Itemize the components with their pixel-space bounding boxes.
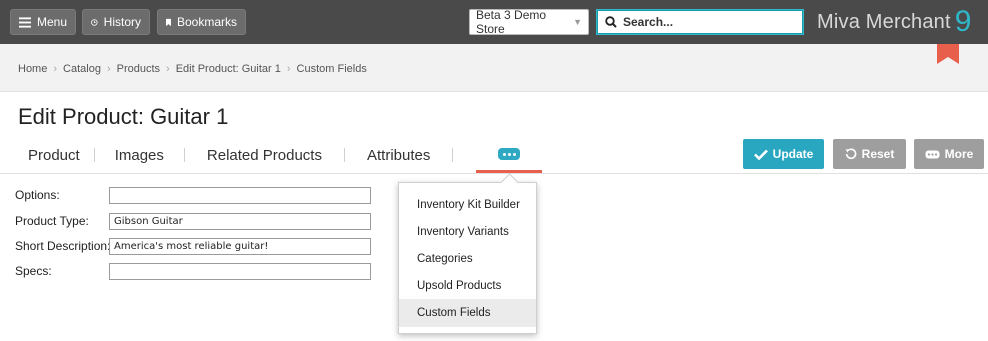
store-select[interactable]: Beta 3 Demo Store ▼: [469, 8, 589, 36]
chevron-right-icon: ›: [166, 63, 170, 75]
reset-icon: [845, 148, 857, 160]
breadcrumb-home[interactable]: Home: [18, 63, 47, 75]
tab-more[interactable]: [476, 140, 542, 176]
tab-product[interactable]: Product: [14, 147, 94, 164]
chevron-right-icon: ›: [286, 63, 291, 75]
clock-icon: [91, 18, 98, 26]
store-select-value: Beta 3 Demo Store: [476, 8, 547, 36]
top-bar: Menu History Bookmarks Beta 3 Demo Store…: [0, 0, 988, 44]
bookmark-icon: [166, 18, 171, 26]
menu-item-categories[interactable]: Categories: [399, 245, 536, 273]
options-field[interactable]: [109, 187, 371, 204]
brand-name: Miva Merchant: [817, 10, 951, 33]
menu-item-upsold-products[interactable]: Upsold Products: [399, 272, 536, 300]
breadcrumb-catalog[interactable]: Catalog: [63, 63, 101, 75]
product-type-label: Product Type:: [15, 214, 89, 228]
short-description-label: Short Description:: [15, 239, 111, 253]
bookmarks-button[interactable]: Bookmarks: [157, 9, 246, 35]
search-icon: [605, 16, 617, 28]
breadcrumb: Home › Catalog › Products › Edit Product…: [18, 63, 367, 75]
tab-divider: [452, 148, 454, 162]
short-description-field[interactable]: [109, 238, 371, 255]
ellipsis-icon: [498, 148, 520, 160]
tabs-divider: [0, 173, 988, 174]
tab-attributes[interactable]: Attributes: [345, 147, 452, 164]
brand-version: 9: [954, 5, 972, 38]
bookmarks-label: Bookmarks: [176, 15, 237, 29]
menu-button[interactable]: Menu: [10, 9, 76, 35]
chevron-right-icon: ›: [106, 63, 111, 75]
more-tabs-menu: Inventory Kit Builder Inventory Variants…: [398, 182, 537, 334]
checkmark-icon: [753, 149, 768, 160]
history-label: History: [103, 15, 141, 29]
specs-label: Specs:: [15, 264, 52, 278]
bookmark-flag-icon[interactable]: [937, 44, 959, 64]
reset-button[interactable]: Reset: [833, 139, 906, 169]
hamburger-icon: [19, 16, 31, 28]
options-label: Options:: [15, 188, 60, 202]
specs-field[interactable]: [109, 263, 371, 280]
menu-item-inventory-kit-builder[interactable]: Inventory Kit Builder: [399, 191, 536, 219]
page-title: Edit Product: Guitar 1: [18, 104, 229, 129]
chevron-down-icon: ▼: [573, 17, 582, 27]
menu-label: Menu: [36, 15, 67, 29]
breadcrumb-bar: Home › Catalog › Products › Edit Product…: [0, 44, 988, 92]
update-button[interactable]: Update: [743, 139, 824, 169]
tab-images[interactable]: Images: [95, 147, 184, 164]
history-button[interactable]: History: [82, 9, 150, 35]
tab-bar: Product Images Related Products Attribut…: [14, 140, 454, 170]
breadcrumb-custom-fields: Custom Fields: [296, 63, 367, 75]
brand-logo: Miva Merchant 9: [817, 7, 971, 37]
chevron-right-icon: ›: [53, 63, 58, 75]
ellipsis-icon: [925, 150, 940, 158]
more-label: More: [944, 147, 974, 161]
update-label: Update: [772, 147, 814, 161]
product-type-field[interactable]: [109, 213, 371, 230]
menu-item-custom-fields[interactable]: Custom Fields: [399, 299, 536, 327]
search-input[interactable]: [623, 15, 793, 29]
search-box[interactable]: [596, 9, 804, 35]
more-button[interactable]: More: [914, 139, 984, 169]
tab-related-products[interactable]: Related Products: [185, 147, 344, 164]
breadcrumb-edit-product[interactable]: Edit Product: Guitar 1: [176, 63, 281, 75]
breadcrumb-products[interactable]: Products: [117, 63, 160, 75]
menu-item-inventory-variants[interactable]: Inventory Variants: [399, 218, 536, 246]
reset-label: Reset: [861, 147, 895, 161]
